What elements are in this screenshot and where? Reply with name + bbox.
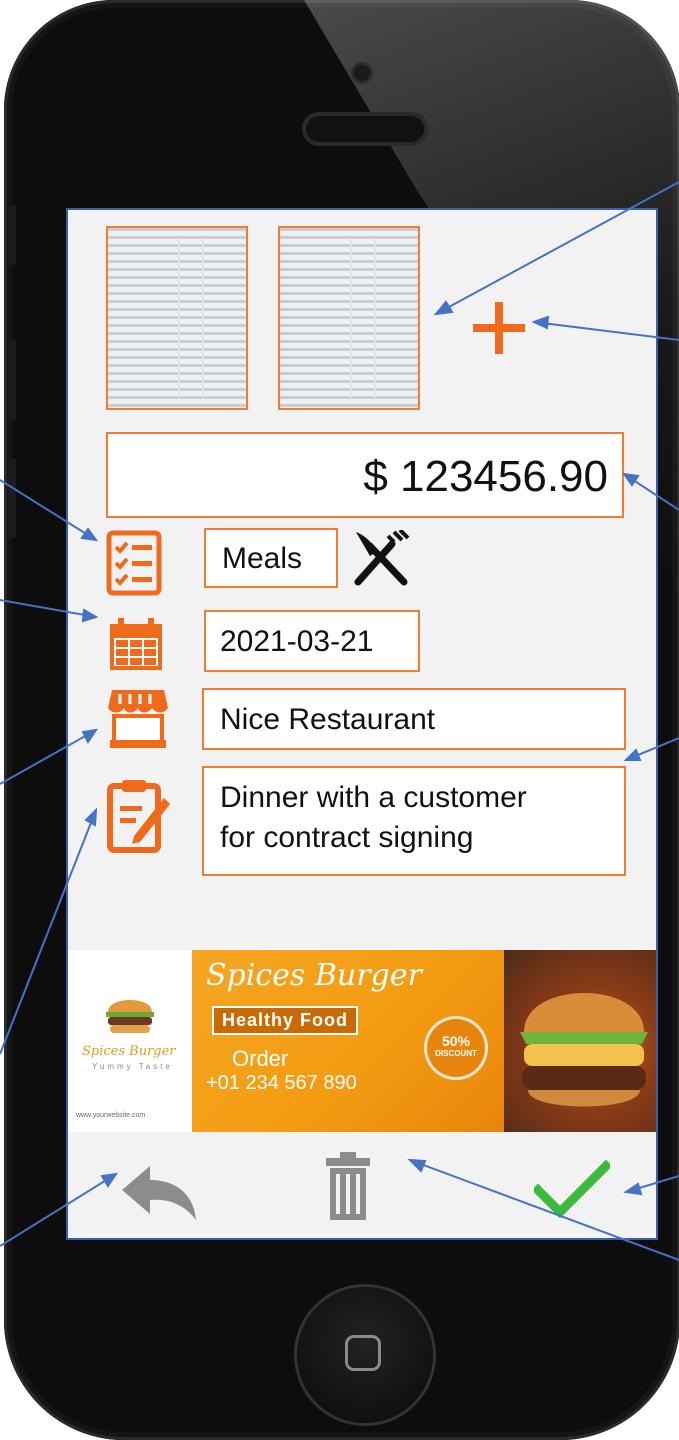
callout-line-thumbnail xyxy=(435,181,679,315)
callout-arrow-date xyxy=(81,608,99,623)
callout-line-category xyxy=(0,479,97,541)
callout-arrow-delete xyxy=(407,1158,427,1173)
callout-arrow-merchant xyxy=(81,728,99,744)
callout-arrow-note xyxy=(84,807,98,827)
callout-line-note xyxy=(0,809,97,1055)
callout-arrow-banner xyxy=(623,748,642,761)
callout-arrow-amount xyxy=(621,472,640,487)
callout-arrow-category xyxy=(80,527,99,542)
callout-arrow-plus xyxy=(531,315,550,330)
callout-line-plus xyxy=(533,321,679,341)
callout-arrow-thumbnail xyxy=(433,300,454,316)
callout-arrow-confirm xyxy=(623,1182,643,1196)
callout-line-delete xyxy=(409,1159,679,1261)
callout-line-date xyxy=(0,599,97,618)
callout-line-merchant xyxy=(0,729,97,785)
callout-arrow-back xyxy=(100,1172,119,1188)
annotation-overlay xyxy=(0,181,679,1261)
callout-line-back xyxy=(0,1173,117,1247)
